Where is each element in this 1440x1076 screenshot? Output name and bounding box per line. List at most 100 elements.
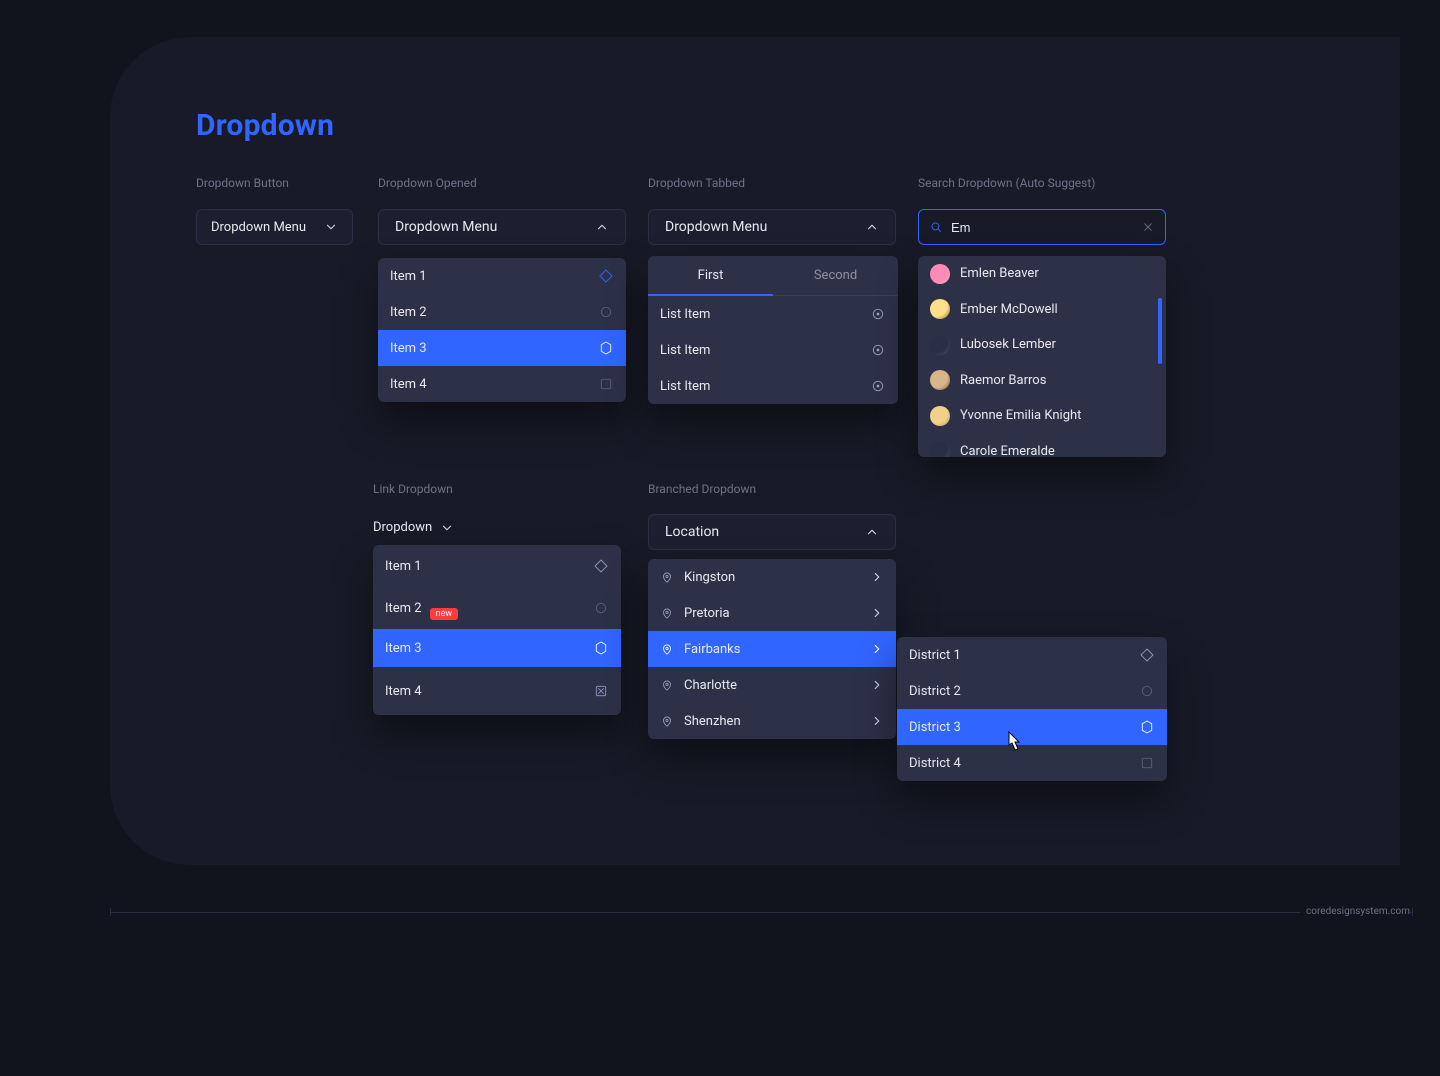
list-item[interactable]: List Item xyxy=(648,296,898,332)
location-item[interactable]: Shenzhen xyxy=(648,703,896,739)
district-item[interactable]: District 2 xyxy=(897,673,1167,709)
square-icon xyxy=(1139,755,1155,771)
tab-second[interactable]: Second xyxy=(773,256,898,295)
location-item[interactable]: Charlotte xyxy=(648,667,896,703)
location-item[interactable]: Pretoria xyxy=(648,595,896,631)
dropdown-item[interactable]: Item 1 xyxy=(373,545,621,587)
section-label-dropdown-tabbed: Dropdown Tabbed xyxy=(648,176,745,190)
location-label: Pretoria xyxy=(684,606,730,621)
location-item[interactable]: Fairbanks xyxy=(648,631,896,667)
hexagon-icon xyxy=(598,340,614,356)
dropdown-tabbed-toggle[interactable]: Dropdown Menu xyxy=(648,209,896,245)
section-label-branched-dropdown: Branched Dropdown xyxy=(648,482,756,496)
link-dropdown-toggle[interactable]: Dropdown xyxy=(373,520,454,535)
dropdown-item[interactable]: Item 1 xyxy=(378,258,626,294)
chevron-up-icon xyxy=(595,220,609,234)
tab-first[interactable]: First xyxy=(648,256,773,295)
link-dropdown-panel: Item 1 Item 2 new Item 3 Item 4 xyxy=(373,545,621,715)
diamond-icon xyxy=(598,268,614,284)
circle-dot-icon xyxy=(870,306,886,322)
page-title: Dropdown xyxy=(196,108,334,143)
list-item-label: List Item xyxy=(660,379,710,394)
district-item[interactable]: District 4 xyxy=(897,745,1167,781)
pin-icon xyxy=(660,570,674,584)
location-label: Fairbanks xyxy=(684,642,740,657)
chevron-right-icon xyxy=(870,678,884,692)
circle-icon xyxy=(1139,683,1155,699)
search-dropdown[interactable] xyxy=(918,209,1166,245)
tab-label: First xyxy=(698,268,724,283)
district-item[interactable]: District 3 xyxy=(897,709,1167,745)
clear-icon[interactable] xyxy=(1141,220,1155,234)
search-result[interactable]: Ember McDowell xyxy=(918,292,1166,328)
chevron-right-icon xyxy=(870,606,884,620)
pin-icon xyxy=(660,606,674,620)
dropdown-item[interactable]: Item 2 new xyxy=(373,587,621,629)
dropdown-item[interactable]: Item 4 xyxy=(373,667,621,715)
section-label-dropdown-button: Dropdown Button xyxy=(196,176,289,190)
cursor-icon xyxy=(1005,731,1025,753)
search-result[interactable]: Raemor Barros xyxy=(918,363,1166,399)
link-dropdown-label: Dropdown xyxy=(373,520,432,535)
tab-label: Second xyxy=(814,268,857,283)
list-item-label: List Item xyxy=(660,307,710,322)
section-label-search-dropdown: Search Dropdown (Auto Suggest) xyxy=(918,176,1095,190)
dropdown-item[interactable]: Item 2 xyxy=(378,294,626,330)
search-icon xyxy=(929,220,943,234)
circle-icon xyxy=(593,600,609,616)
hexagon-icon xyxy=(593,640,609,656)
list-item[interactable]: List Item xyxy=(648,368,898,404)
search-result[interactable]: Yvonne Emilia Knight xyxy=(918,398,1166,434)
chevron-down-icon xyxy=(324,220,338,234)
square-icon xyxy=(598,376,614,392)
district-label: District 2 xyxy=(909,684,961,699)
scroll-thumb[interactable] xyxy=(1158,298,1162,364)
search-result-name: Ember McDowell xyxy=(960,302,1058,317)
divider xyxy=(110,912,1413,913)
dropdown-item-label: Item 2 xyxy=(390,305,427,320)
avatar xyxy=(930,406,950,426)
chevron-up-icon xyxy=(865,220,879,234)
dropdown-opened-toggle[interactable]: Dropdown Menu xyxy=(378,209,626,245)
dropdown-item[interactable]: Item 3 xyxy=(373,629,621,667)
district-label: District 1 xyxy=(909,648,961,663)
chevron-right-icon xyxy=(870,714,884,728)
dropdown-item-label: Item 4 xyxy=(385,684,422,699)
dropdown-item[interactable]: Item 3 xyxy=(378,330,626,366)
district-item[interactable]: District 1 xyxy=(897,637,1167,673)
dropdown-opened-label: Dropdown Menu xyxy=(395,219,497,235)
list-item[interactable]: List Item xyxy=(648,332,898,368)
hexagon-icon xyxy=(1139,719,1155,735)
search-result[interactable]: Lubosek Lember xyxy=(918,327,1166,363)
footer-text: coredesignsystem.com xyxy=(1300,906,1410,917)
circle-dot-icon xyxy=(870,378,886,394)
dropdown-item[interactable]: Item 4 xyxy=(378,366,626,402)
avatar xyxy=(930,299,950,319)
circle-dot-icon xyxy=(870,342,886,358)
dropdown-item-label: Item 1 xyxy=(390,269,427,284)
search-input[interactable] xyxy=(943,220,1141,235)
dropdown-button[interactable]: Dropdown Menu xyxy=(196,209,353,245)
section-label-link-dropdown: Link Dropdown xyxy=(373,482,453,496)
search-result[interactable]: Emlen Beaver xyxy=(918,256,1166,292)
divider-tick xyxy=(110,908,111,916)
location-item[interactable]: Kingston xyxy=(648,559,896,595)
list-item-label: List Item xyxy=(660,343,710,358)
location-label: Shenzhen xyxy=(684,714,741,729)
dropdown-button-label: Dropdown Menu xyxy=(211,220,306,235)
branched-toggle[interactable]: Location xyxy=(648,514,896,550)
location-label: Kingston xyxy=(684,570,735,585)
scrollbar[interactable] xyxy=(1158,262,1162,451)
search-result-name: Emlen Beaver xyxy=(960,266,1039,281)
section-label-dropdown-opened: Dropdown Opened xyxy=(378,176,477,190)
chevron-down-icon xyxy=(440,521,454,535)
dropdown-item-label: Item 3 xyxy=(385,641,422,656)
diamond-icon xyxy=(593,558,609,574)
dropdown-item-label: Item 2 xyxy=(385,601,422,616)
dropdown-opened-panel: Item 1 Item 2 Item 3 Item 4 xyxy=(378,258,626,402)
search-result[interactable]: Carole Emeralde xyxy=(918,434,1166,458)
search-result-name: Raemor Barros xyxy=(960,373,1046,388)
district-label: District 4 xyxy=(909,756,961,771)
dropdown-item-label: Item 3 xyxy=(390,341,427,356)
avatar xyxy=(930,335,950,355)
